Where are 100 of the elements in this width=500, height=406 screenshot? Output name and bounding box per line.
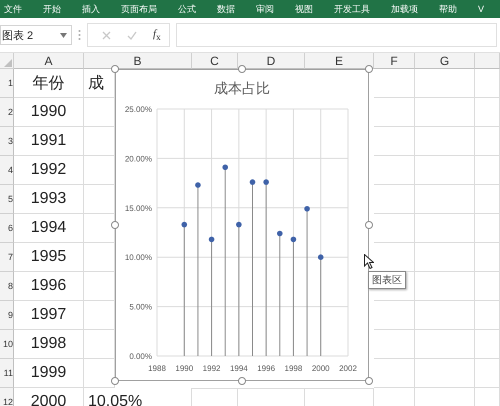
row-header[interactable]: 2	[0, 98, 14, 127]
table-cell[interactable]	[475, 214, 500, 243]
column-header[interactable]: A	[14, 53, 84, 69]
column-header[interactable]: B	[84, 53, 192, 69]
table-cell[interactable]: 1991	[14, 127, 84, 156]
row-header[interactable]: 12	[0, 388, 14, 406]
table-cell[interactable]	[415, 359, 475, 388]
row-header[interactable]: 10	[0, 330, 14, 359]
table-cell[interactable]	[475, 330, 500, 359]
insert-function-button[interactable]: f$_{x}$	[153, 28, 161, 42]
row-header[interactable]: 1	[0, 69, 14, 98]
table-cell[interactable]	[374, 214, 415, 243]
ribbon-tab[interactable]: 帮助	[439, 2, 457, 16]
column-header[interactable]: G	[415, 53, 475, 69]
table-cell[interactable]: 10.05%	[84, 388, 192, 406]
grip-icon	[78, 30, 81, 40]
table-cell[interactable]	[415, 301, 475, 330]
ribbon-tab[interactable]: 视图	[295, 2, 313, 16]
ribbon-tab[interactable]: 开发工具	[334, 2, 370, 16]
data-point	[290, 236, 296, 242]
row-header[interactable]: 6	[0, 214, 14, 243]
data-point	[276, 230, 283, 236]
table-cell[interactable]	[475, 156, 500, 185]
ribbon-tab[interactable]: 开始	[43, 2, 61, 16]
table-cell[interactable]: 1995	[14, 243, 84, 272]
table-cell[interactable]	[415, 272, 475, 301]
data-point	[181, 222, 188, 228]
tooltip: 图表区	[368, 271, 406, 289]
table-cell[interactable]	[415, 330, 475, 359]
axis-tick-label: 15.00%	[124, 204, 152, 213]
table-cell[interactable]: 1996	[14, 272, 84, 301]
table-cell[interactable]	[415, 185, 475, 214]
table-cell[interactable]	[374, 330, 415, 359]
table-cell[interactable]	[374, 69, 415, 98]
resize-handle[interactable]	[111, 65, 119, 73]
table-cell[interactable]	[475, 127, 500, 156]
column-header[interactable]: C	[192, 53, 238, 69]
ribbon-tab[interactable]: 页面布局	[121, 2, 157, 16]
column-header[interactable]: E	[305, 53, 374, 69]
table-cell[interactable]: 年份	[14, 69, 84, 98]
table-cell[interactable]: 2000	[14, 388, 84, 406]
resize-handle[interactable]	[111, 221, 119, 229]
table-cell[interactable]	[415, 98, 475, 127]
table-cell[interactable]	[415, 127, 475, 156]
axis-tick-label: 1992	[202, 364, 220, 373]
data-point	[318, 254, 324, 260]
row-header[interactable]: 4	[0, 156, 14, 185]
select-all-icon[interactable]	[4, 59, 12, 67]
column-header[interactable]: F	[374, 53, 415, 69]
row-header[interactable]: 3	[0, 127, 14, 156]
table-cell[interactable]: 1993	[14, 185, 84, 214]
table-cell[interactable]: 1992	[14, 156, 84, 185]
axis-tick-label: 5.00%	[129, 302, 152, 312]
table-cell[interactable]	[374, 301, 415, 330]
row-header[interactable]: 9	[0, 301, 14, 330]
axis-tick-label: 1994	[230, 364, 248, 373]
chart-area[interactable]: 成本占比 0.00% 5.00% 10.00% 15.00% 20.00% 25.00% 1988 1990 1992 1994 1996 1998 2000 2002	[115, 69, 369, 381]
table-cell[interactable]	[475, 185, 500, 214]
row-header[interactable]: 7	[0, 243, 14, 272]
table-cell[interactable]	[374, 156, 415, 185]
table-cell[interactable]	[374, 98, 415, 127]
table-cell[interactable]	[415, 156, 475, 185]
ribbon-tab[interactable]: 审阅	[256, 2, 274, 16]
table-cell[interactable]: 1994	[14, 214, 84, 243]
ribbon-tab[interactable]: 加载项	[391, 2, 418, 16]
row-header[interactable]: 5	[0, 185, 14, 214]
table-cell[interactable]: 1997	[14, 301, 84, 330]
table-cell[interactable]	[374, 127, 415, 156]
data-point	[250, 179, 256, 185]
resize-handle[interactable]	[111, 377, 119, 385]
row-header[interactable]: 8	[0, 272, 14, 301]
table-cell[interactable]	[415, 214, 475, 243]
table-cell[interactable]	[475, 359, 500, 388]
axis-tick-label: 2002	[339, 364, 357, 373]
axis-tick-label: 10.00%	[124, 253, 152, 262]
row-header[interactable]: 11	[0, 359, 14, 388]
ribbon-tab[interactable]: 插入	[82, 2, 100, 16]
column-header[interactable]	[475, 53, 500, 69]
name-box[interactable]: 图表 2	[0, 25, 72, 45]
table-cell[interactable]	[475, 272, 500, 301]
table-cell[interactable]: 1999	[14, 359, 84, 388]
table-cell[interactable]	[475, 243, 500, 272]
table-cell[interactable]	[475, 301, 500, 330]
table-cell[interactable]	[415, 243, 475, 272]
column-header[interactable]: D	[238, 53, 305, 69]
formula-input[interactable]	[176, 23, 497, 47]
table-cell[interactable]	[475, 69, 500, 98]
table-cell[interactable]	[415, 69, 475, 98]
ribbon-tab[interactable]: V	[478, 4, 484, 14]
mouse-pointer-icon	[364, 254, 374, 269]
table-cell[interactable]	[374, 185, 415, 214]
ribbon-tab[interactable]: 数据	[217, 2, 235, 16]
table-cell[interactable]: 1998	[14, 330, 84, 359]
ribbon-tab[interactable]: 公式	[178, 2, 196, 16]
data-point	[208, 236, 214, 242]
table-cell[interactable]: 1990	[14, 98, 84, 127]
dropdown-caret-icon[interactable]	[60, 32, 67, 38]
table-cell[interactable]	[374, 359, 415, 388]
table-cell[interactable]	[475, 98, 500, 127]
ribbon-tab[interactable]: 文件	[4, 2, 22, 16]
